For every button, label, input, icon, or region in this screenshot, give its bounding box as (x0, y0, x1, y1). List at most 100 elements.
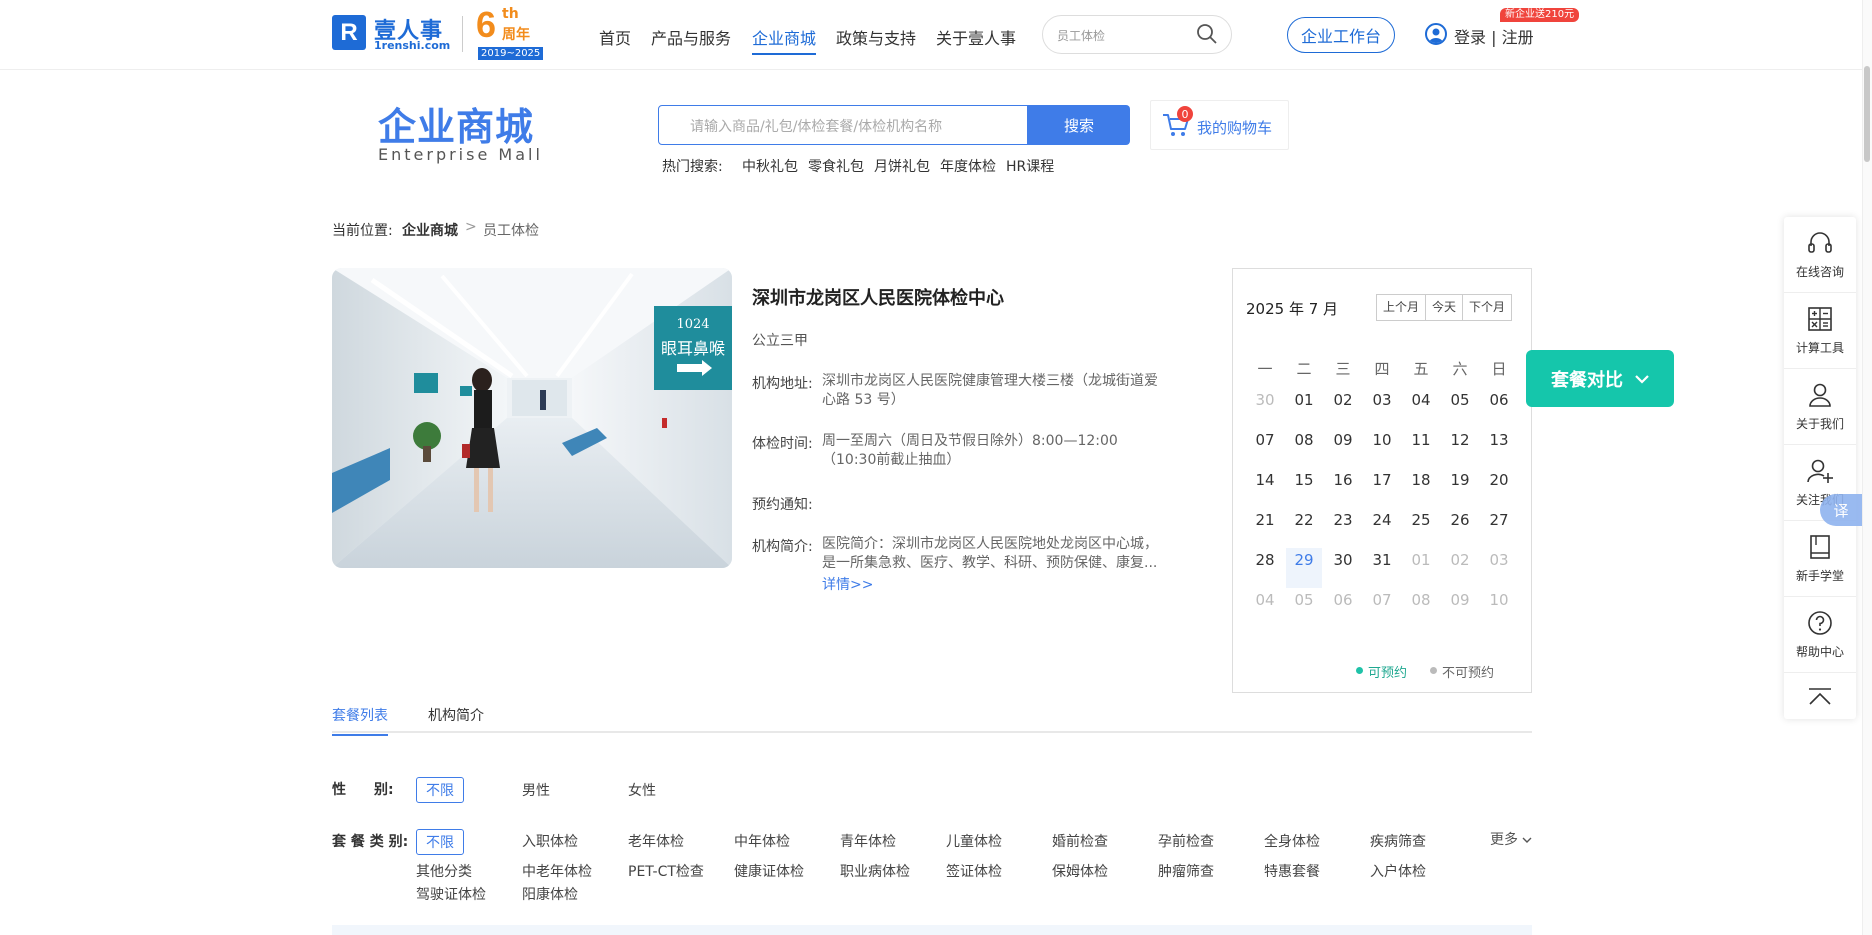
calendar-day: 09 (1450, 591, 1470, 609)
hospital-name: 深圳市龙岗区人民医院体检中心 (752, 288, 1004, 309)
calendar-day[interactable]: 10 (1364, 428, 1400, 452)
sidebar-beginner-school[interactable]: 新手学堂 (1784, 521, 1856, 597)
logo-mark[interactable]: R (332, 15, 366, 50)
nav-mall[interactable]: 企业商城 (752, 25, 817, 55)
search-icon[interactable] (1196, 23, 1218, 45)
person-icon (1809, 383, 1831, 407)
calendar-day[interactable]: 19 (1442, 468, 1478, 492)
back-to-top-button[interactable] (1784, 673, 1856, 719)
category-option[interactable]: 其他分类 (416, 861, 472, 881)
calendar-day[interactable]: 24 (1364, 508, 1400, 532)
category-option[interactable]: 中老年体检 (522, 861, 592, 881)
hot-search-term[interactable]: 年度体检 (940, 156, 996, 176)
user-icon[interactable] (1425, 23, 1447, 45)
nav-products[interactable]: 产品与服务 (651, 25, 731, 49)
next-month-button[interactable]: 下个月 (1463, 295, 1511, 320)
calendar-day[interactable]: 20 (1481, 468, 1517, 492)
tab-package-list[interactable]: 套餐列表 (332, 705, 388, 736)
category-option[interactable]: PET-CT检查 (628, 861, 704, 881)
anniversary-th: th (502, 6, 519, 22)
calendar-day[interactable]: 23 (1325, 508, 1361, 532)
calendar-day[interactable]: 11 (1403, 428, 1439, 452)
calendar-day[interactable]: 30 (1325, 548, 1361, 572)
cart-label[interactable]: 我的购物车 (1197, 117, 1272, 138)
mall-search-button[interactable]: 搜索 (1028, 105, 1130, 145)
hot-search-term[interactable]: 零食礼包 (808, 156, 864, 176)
translate-button[interactable]: 译 (1820, 494, 1862, 526)
calendar-day[interactable]: 22 (1286, 508, 1322, 532)
more-categories-toggle[interactable]: 更多 (1490, 829, 1532, 849)
sidebar-about-us[interactable]: 关于我们 (1784, 369, 1856, 445)
category-option[interactable]: 驾驶证体检 (416, 884, 486, 904)
calendar-day[interactable]: 29 (1286, 548, 1322, 588)
today-button[interactable]: 今天 (1426, 295, 1464, 320)
nav-policy[interactable]: 政策与支持 (836, 25, 916, 49)
hot-search-term[interactable]: 月饼礼包 (874, 156, 930, 176)
gender-option-male[interactable]: 男性 (522, 780, 550, 800)
category-option[interactable]: 儿童体检 (946, 831, 1002, 851)
category-option[interactable]: 中年体检 (734, 831, 790, 851)
hot-search-term[interactable]: 中秋礼包 (742, 156, 798, 176)
calendar-day[interactable]: 27 (1481, 508, 1517, 532)
category-option[interactable]: 职业病体检 (840, 861, 910, 881)
category-option[interactable]: 签证体检 (946, 861, 1002, 881)
category-option[interactable]: 疾病筛查 (1370, 831, 1426, 851)
sidebar-help-center[interactable]: 帮助中心 (1784, 597, 1856, 673)
login-register-link[interactable]: 登录 | 注册 (1454, 24, 1534, 48)
sidebar-online-consult[interactable]: 在线咨询 (1784, 217, 1856, 293)
sidebar-calc-tools[interactable]: 计算工具 (1784, 293, 1856, 369)
detail-link[interactable]: 详情>> (822, 574, 873, 594)
gender-option-female[interactable]: 女性 (628, 780, 656, 800)
calendar-day[interactable]: 17 (1364, 468, 1400, 492)
calendar-day[interactable]: 02 (1325, 388, 1361, 412)
category-option[interactable]: 老年体检 (628, 831, 684, 851)
tab-institution-intro[interactable]: 机构简介 (428, 705, 484, 725)
category-option[interactable]: 全身体检 (1264, 831, 1320, 851)
calendar-day[interactable]: 03 (1364, 388, 1400, 412)
calendar-day[interactable]: 25 (1403, 508, 1439, 532)
calendar-day[interactable]: 21 (1247, 508, 1283, 532)
calendar-day[interactable]: 16 (1325, 468, 1361, 492)
calendar-day[interactable]: 08 (1286, 428, 1322, 452)
calendar-day[interactable]: 09 (1325, 428, 1361, 452)
gender-option-any[interactable]: 不限 (416, 777, 464, 803)
category-option[interactable]: 特惠套餐 (1264, 861, 1320, 881)
category-option[interactable]: 保姆体检 (1052, 861, 1108, 881)
back-to-top-icon (1809, 688, 1831, 705)
workbench-button[interactable]: 企业工作台 (1287, 17, 1395, 53)
calendar-day[interactable]: 18 (1403, 468, 1439, 492)
calendar-day[interactable]: 06 (1481, 388, 1517, 412)
category-option[interactable]: 青年体检 (840, 831, 896, 851)
calendar-day[interactable]: 01 (1286, 388, 1322, 412)
calendar-day[interactable]: 28 (1247, 548, 1283, 572)
category-option[interactable]: 不限 (416, 829, 464, 855)
compare-packages-button[interactable]: 套餐对比 (1526, 350, 1674, 407)
category-option[interactable]: 肿瘤筛查 (1158, 861, 1214, 881)
scrollbar-thumb[interactable] (1864, 66, 1870, 162)
calendar-day[interactable]: 31 (1364, 548, 1400, 572)
hot-search-term[interactable]: HR课程 (1006, 156, 1054, 176)
calendar-day[interactable]: 14 (1247, 468, 1283, 492)
calendar-day[interactable]: 12 (1442, 428, 1478, 452)
calendar-day[interactable]: 13 (1481, 428, 1517, 452)
package-list-top (332, 925, 1532, 935)
calendar-day[interactable]: 07 (1247, 428, 1283, 452)
category-option[interactable]: 婚前检查 (1052, 831, 1108, 851)
calendar-day[interactable]: 15 (1286, 468, 1322, 492)
category-option[interactable]: 入职体检 (522, 831, 578, 851)
calendar-day: 10 (1489, 591, 1509, 609)
breadcrumb-mall[interactable]: 企业商城 (402, 220, 458, 240)
breadcrumb-separator: > (465, 219, 477, 235)
category-option[interactable]: 健康证体检 (734, 861, 804, 881)
calendar-day[interactable]: 05 (1442, 388, 1478, 412)
category-option[interactable]: 孕前检查 (1158, 831, 1214, 851)
svg-text:眼耳鼻喉: 眼耳鼻喉 (661, 339, 725, 358)
category-option[interactable]: 阳康体检 (522, 884, 578, 904)
category-option[interactable]: 入户体检 (1370, 861, 1426, 881)
calendar-day[interactable]: 04 (1403, 388, 1439, 412)
calendar-day[interactable]: 26 (1442, 508, 1478, 532)
nav-about[interactable]: 关于壹人事 (936, 25, 1016, 49)
nav-home[interactable]: 首页 (599, 25, 631, 49)
intro-line-2: 是一所集急救、医疗、教学、科研、预防保健、康复... (822, 555, 1158, 571)
prev-month-button[interactable]: 上个月 (1377, 295, 1427, 320)
